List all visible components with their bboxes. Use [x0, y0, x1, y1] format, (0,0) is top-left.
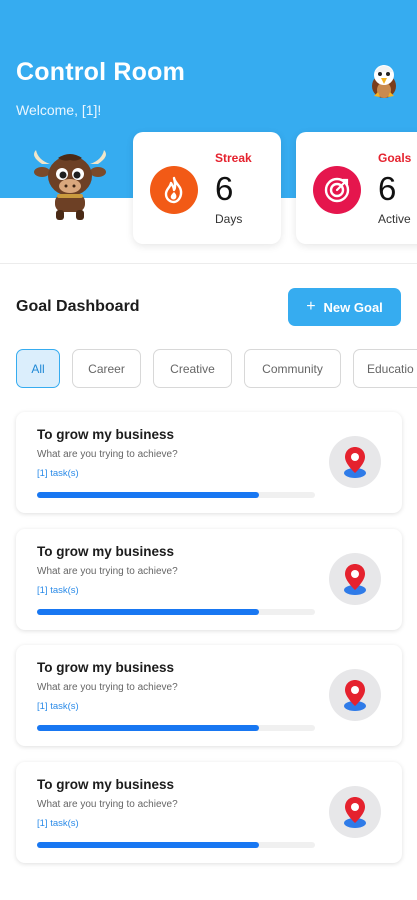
goals-value: 6 — [378, 170, 397, 207]
map-pin-icon — [329, 669, 381, 721]
map-pin-icon — [329, 786, 381, 838]
goals-card[interactable]: Goals 6 Active — [296, 132, 417, 244]
filter-chip-education[interactable]: Educatio — [353, 349, 417, 388]
goal-title: To grow my business — [37, 544, 175, 559]
new-goal-label: New Goal — [323, 299, 383, 315]
goal-card[interactable]: To grow my business What are you trying … — [16, 529, 402, 630]
goal-card[interactable]: To grow my business What are you trying … — [16, 645, 402, 746]
eagle-avatar-icon[interactable] — [366, 62, 402, 100]
goal-progress-fill — [37, 842, 260, 848]
goal-description: What are you trying to achieve? — [37, 449, 178, 460]
goal-card[interactable]: To grow my business What are you trying … — [16, 412, 402, 513]
goal-progress-bar — [37, 609, 315, 615]
map-pin-icon — [329, 436, 381, 488]
goal-task-count[interactable]: [1] task(s) — [37, 701, 79, 712]
goal-card[interactable]: To grow my business What are you trying … — [16, 762, 402, 863]
goal-task-count[interactable]: [1] task(s) — [37, 468, 79, 479]
map-pin-icon — [329, 553, 381, 605]
filter-chip-community[interactable]: Community — [244, 349, 341, 388]
goals-unit: Active — [378, 212, 411, 226]
filter-chip-career[interactable]: Career — [72, 349, 141, 388]
flame-icon — [150, 166, 198, 214]
goal-progress-fill — [37, 725, 260, 731]
goal-title: To grow my business — [37, 427, 175, 442]
goal-progress-fill — [37, 492, 260, 498]
goal-description: What are you trying to achieve? — [37, 799, 178, 810]
filter-chip-all[interactable]: All — [16, 349, 60, 388]
goals-label: Goals — [378, 151, 412, 165]
section-divider — [0, 263, 417, 264]
welcome-text: Welcome, [1]! — [16, 102, 102, 118]
streak-card[interactable]: Streak 6 Days — [133, 132, 281, 244]
goal-description: What are you trying to achieve? — [37, 682, 178, 693]
plus-icon: + — [306, 298, 316, 315]
goal-task-count[interactable]: [1] task(s) — [37, 585, 79, 596]
filter-chip-creative[interactable]: Creative — [153, 349, 232, 388]
new-goal-button[interactable]: + New Goal — [288, 288, 401, 326]
streak-label: Streak — [215, 151, 252, 165]
goal-title: To grow my business — [37, 777, 175, 792]
goal-description: What are you trying to achieve? — [37, 566, 178, 577]
goal-title: To grow my business — [37, 660, 175, 675]
streak-unit: Days — [215, 212, 243, 226]
bull-mascot-icon — [28, 150, 112, 224]
goal-progress-bar — [37, 725, 315, 731]
target-icon — [313, 166, 361, 214]
goal-progress-bar — [37, 492, 315, 498]
streak-value: 6 — [215, 170, 234, 207]
page-title: Control Room — [16, 58, 186, 86]
goal-task-count[interactable]: [1] task(s) — [37, 818, 79, 829]
dashboard-title: Goal Dashboard — [16, 298, 140, 315]
goal-progress-fill — [37, 609, 260, 615]
goal-progress-bar — [37, 842, 315, 848]
